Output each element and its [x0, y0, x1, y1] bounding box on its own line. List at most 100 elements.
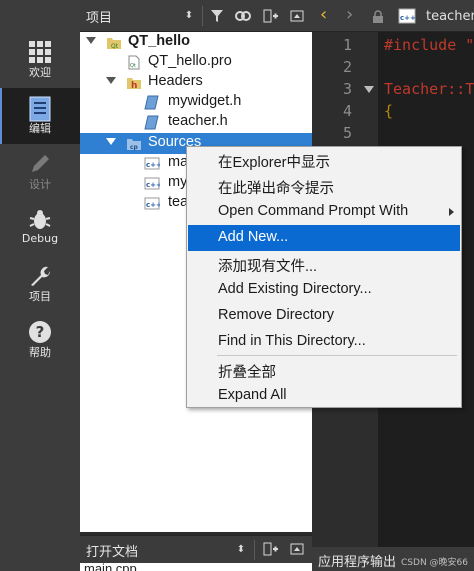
- menu-remove-directory[interactable]: Remove Directory: [188, 303, 460, 329]
- mode-edit-label: 编辑: [29, 122, 51, 135]
- fold-marker-icon[interactable]: [364, 86, 374, 93]
- svg-text:Qt: Qt: [111, 43, 119, 50]
- sort-toggle-icon[interactable]: ⬍: [230, 539, 252, 561]
- editor-tab-label[interactable]: teacher: [426, 9, 474, 24]
- line-number: 2: [342, 58, 352, 76]
- pro-file-icon: Qt: [126, 55, 142, 70]
- mode-design-label: 设计: [29, 178, 51, 191]
- header-divider: [254, 540, 255, 560]
- mode-help[interactable]: ? 帮助: [0, 312, 80, 368]
- menu-show-in-explorer[interactable]: 在Explorer中显示: [188, 147, 460, 173]
- watermark: CSDN @晚安66: [401, 558, 468, 568]
- mode-debug[interactable]: Debug: [0, 200, 80, 256]
- menu-add-existing-files[interactable]: 添加现有文件...: [188, 251, 460, 277]
- header-file-icon: [144, 95, 160, 110]
- mode-welcome[interactable]: 欢迎: [0, 32, 80, 88]
- code-line: {: [384, 102, 394, 120]
- menu-separator: [217, 355, 457, 356]
- project-panel-title[interactable]: 项目: [86, 7, 112, 26]
- lock-icon: [372, 9, 384, 28]
- code-line: Teacher::T: [384, 80, 474, 98]
- expand-arrow-icon[interactable]: [86, 37, 96, 44]
- line-number: 3: [342, 80, 352, 98]
- open-documents-title[interactable]: 打开文档: [86, 541, 138, 560]
- menu-item-label: 在Explorer中显示: [218, 155, 330, 171]
- headers-folder-icon: h: [126, 75, 142, 91]
- menu-item-label: Remove Directory: [218, 307, 335, 323]
- line-number: 5: [342, 124, 352, 142]
- editor-toolbar: ‹ › c++ teacher: [312, 0, 474, 32]
- menu-item-label: Add New...: [218, 229, 289, 245]
- svg-text:c++: c++: [146, 161, 160, 169]
- project-panel-header: 项目 ⬍: [80, 0, 312, 32]
- menu-expand-all[interactable]: Expand All: [188, 383, 460, 409]
- mode-edit[interactable]: 编辑: [0, 88, 80, 144]
- menu-item-label: Find in This Directory...: [218, 333, 366, 349]
- cpp-file-icon: c++: [144, 176, 162, 191]
- header-file-icon: [144, 115, 160, 130]
- open-documents-list: main.cpp: [80, 563, 312, 571]
- tree-node-label: QT_hello.pro: [148, 53, 232, 69]
- tree-node-project[interactable]: Qt QT_hello: [80, 32, 312, 53]
- close-panel-icon[interactable]: [286, 538, 308, 560]
- svg-text:c++: c++: [146, 181, 160, 189]
- sources-folder-icon: cp: [126, 136, 142, 151]
- tree-node-pro-file[interactable]: Qt QT_hello.pro: [80, 52, 312, 73]
- svg-text:c++: c++: [400, 14, 416, 22]
- menu-add-new[interactable]: Add New...: [188, 225, 460, 251]
- question-icon: ?: [0, 312, 80, 343]
- menu-open-command-prompt-here[interactable]: 在此弹出命令提示: [188, 173, 460, 199]
- link-icon[interactable]: [232, 5, 254, 27]
- menu-find-in-directory[interactable]: Find in This Directory...: [188, 329, 460, 355]
- tree-node-label: QT_hello: [128, 33, 191, 49]
- menu-collapse-all[interactable]: 折叠全部: [188, 357, 460, 383]
- mode-design[interactable]: 设计: [0, 144, 80, 200]
- header-divider: [202, 6, 203, 26]
- tree-node-label: Headers: [148, 73, 203, 89]
- menu-item-label: 添加现有文件...: [218, 259, 318, 275]
- filter-icon[interactable]: [206, 5, 228, 27]
- mode-sidebar: 欢迎 编辑 设计 Debug 项目 ? 帮助: [0, 0, 80, 571]
- tree-node-label: my: [168, 174, 188, 190]
- back-arrow-icon[interactable]: ‹: [320, 4, 327, 25]
- open-document-item[interactable]: main.cpp: [84, 563, 137, 571]
- expand-arrow-icon[interactable]: [106, 77, 116, 84]
- line-number: 1: [342, 36, 352, 54]
- tree-node-headers[interactable]: h Headers: [80, 72, 312, 93]
- svg-text:cp: cp: [130, 144, 139, 151]
- grid-icon: [0, 32, 80, 63]
- mode-welcome-label: 欢迎: [29, 66, 51, 79]
- document-icon: [0, 88, 80, 122]
- sort-toggle-icon[interactable]: ⬍: [178, 5, 200, 27]
- tree-node-teacher-h[interactable]: teacher.h: [80, 112, 312, 133]
- code-line: #include ": [384, 36, 474, 54]
- split-icon[interactable]: [260, 538, 282, 560]
- wrench-icon: [0, 256, 80, 286]
- tree-node-mywidget-h[interactable]: mywidget.h: [80, 92, 312, 113]
- split-icon[interactable]: [260, 5, 282, 27]
- menu-add-existing-directory[interactable]: Add Existing Directory...: [188, 277, 460, 303]
- menu-item-label: Add Existing Directory...: [218, 281, 372, 297]
- mode-projects[interactable]: 项目: [0, 256, 80, 312]
- cpp-file-icon: c++: [398, 8, 416, 28]
- close-panel-icon[interactable]: [286, 5, 308, 27]
- application-output-tab[interactable]: 应用程序输出: [318, 551, 396, 570]
- svg-text:h: h: [131, 81, 137, 90]
- svg-text:Qt: Qt: [130, 63, 136, 69]
- menu-item-label: Open Command Prompt With: [218, 203, 409, 219]
- context-menu: 在Explorer中显示 在此弹出命令提示 Open Command Promp…: [186, 146, 462, 408]
- submenu-arrow-icon: [449, 208, 454, 216]
- bug-icon: [0, 200, 80, 230]
- mode-help-label: 帮助: [29, 346, 51, 359]
- project-folder-icon: Qt: [106, 35, 122, 50]
- tree-node-label: mywidget.h: [168, 93, 242, 109]
- menu-open-command-prompt-with[interactable]: Open Command Prompt With: [188, 199, 460, 225]
- svg-text:c++: c++: [146, 201, 160, 209]
- expand-arrow-icon[interactable]: [106, 138, 116, 145]
- output-pane-bar: 应用程序输出 CSDN @晚安66: [312, 547, 474, 571]
- menu-item-label: Expand All: [218, 387, 287, 403]
- forward-arrow-icon[interactable]: ›: [346, 4, 353, 25]
- cpp-file-icon: c++: [144, 196, 162, 211]
- line-number: 4: [342, 102, 352, 120]
- mode-projects-label: 项目: [29, 290, 51, 303]
